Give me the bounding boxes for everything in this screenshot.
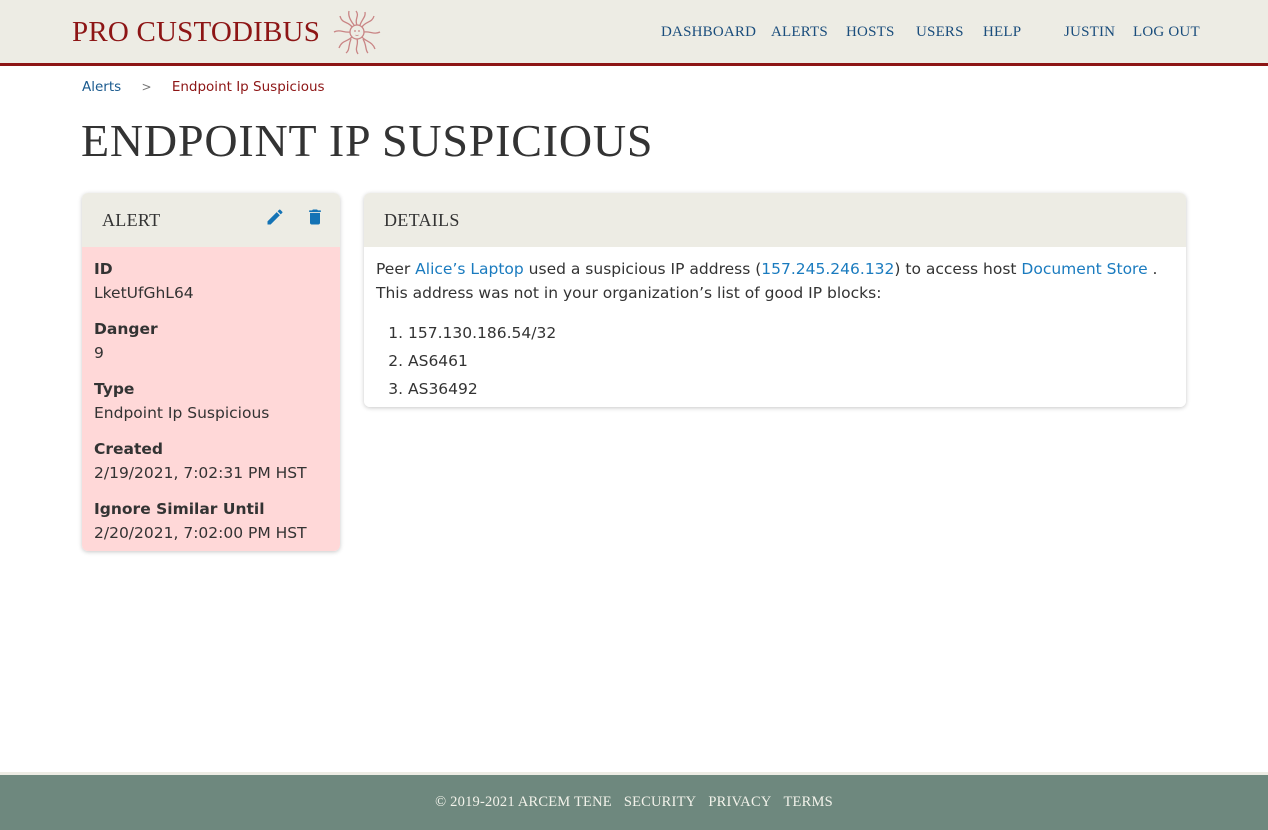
field-ignore-similar-until: Ignore Similar Until 2/20/2021, 7:02:00 …	[94, 497, 328, 545]
text: used a suspicious IP address (	[523, 260, 762, 278]
main-nav: DASHBOARD ALERTS HOSTS USERS HELP JUSTIN…	[0, 21, 1268, 45]
footer-privacy-link[interactable]: PRIVACY	[708, 794, 771, 811]
nav-alerts[interactable]: ALERTS	[771, 21, 828, 43]
good-ip-blocks-list: 157.130.186.54/32 AS6461 AS36492	[376, 319, 1174, 403]
field-label: Danger	[94, 320, 158, 338]
field-danger: Danger 9	[94, 317, 328, 365]
nav-user-profile[interactable]: JUSTIN	[1064, 21, 1115, 43]
peer-link[interactable]: Alice’s Laptop	[415, 260, 524, 278]
field-type: Type Endpoint Ip Suspicious	[94, 377, 328, 425]
footer-terms-link[interactable]: TERMS	[784, 794, 833, 811]
nav-hosts[interactable]: HOSTS	[846, 21, 895, 43]
list-item: AS36492	[408, 375, 1174, 403]
field-value: 2/20/2021, 7:02:00 PM HST	[94, 524, 307, 542]
ip-address-link[interactable]: 157.245.246.132	[761, 260, 894, 278]
alert-card: ALERT ID LketUfGhL64 Danger 9 Type Endpo…	[82, 193, 340, 551]
alert-card-header: ALERT	[82, 193, 340, 247]
details-description: Peer Alice’s Laptop used a suspicious IP…	[376, 257, 1174, 305]
field-value: LketUfGhL64	[94, 284, 194, 302]
list-item: 157.130.186.54/32	[408, 319, 1174, 347]
details-card-title: DETAILS	[384, 210, 460, 230]
breadcrumb-separator: >	[141, 80, 152, 94]
nav-help[interactable]: HELP	[983, 21, 1021, 43]
details-card: DETAILS Peer Alice’s Laptop used a suspi…	[364, 193, 1186, 407]
breadcrumb-alerts-link[interactable]: Alerts	[82, 79, 121, 95]
text: ) to access host	[894, 260, 1022, 278]
alert-card-title: ALERT	[102, 210, 161, 230]
page-title: ENDPOINT IP SUSPICIOUS	[81, 115, 654, 166]
edit-alert-button[interactable]	[263, 205, 287, 229]
details-card-body: Peer Alice’s Laptop used a suspicious IP…	[364, 247, 1186, 407]
delete-alert-button[interactable]	[303, 205, 327, 229]
alert-card-body: ID LketUfGhL64 Danger 9 Type Endpoint Ip…	[82, 247, 340, 551]
nav-users[interactable]: USERS	[916, 21, 964, 43]
footer: © 2019-2021 ARCEM TENE SECURITY PRIVACY …	[0, 772, 1268, 830]
field-label: ID	[94, 260, 113, 278]
breadcrumb-current: Endpoint Ip Suspicious	[171, 79, 325, 95]
nav-dashboard[interactable]: DASHBOARD	[661, 21, 756, 43]
top-header: PRO CUSTODIBUS DASHBOARD ALERTS HOSTS US…	[0, 0, 1268, 66]
host-link[interactable]: Document Store	[1021, 260, 1147, 278]
field-value: 2/19/2021, 7:02:31 PM HST	[94, 464, 307, 482]
field-label: Ignore Similar Until	[94, 500, 265, 518]
field-label: Created	[94, 440, 164, 458]
details-card-header: DETAILS	[364, 193, 1186, 247]
copyright: © 2019-2021 ARCEM TENE	[435, 794, 612, 810]
field-value: 9	[94, 344, 104, 362]
breadcrumb: Alerts > Endpoint Ip Suspicious	[82, 78, 325, 96]
text: Peer	[376, 260, 416, 278]
field-id: ID LketUfGhL64	[94, 257, 328, 305]
list-item: AS6461	[408, 347, 1174, 375]
trash-icon	[309, 209, 321, 225]
pencil-icon	[267, 209, 283, 225]
nav-logout[interactable]: LOG OUT	[1133, 21, 1200, 43]
field-value: Endpoint Ip Suspicious	[94, 404, 270, 422]
footer-security-link[interactable]: SECURITY	[624, 794, 697, 811]
field-created: Created 2/19/2021, 7:02:31 PM HST	[94, 437, 328, 485]
field-label: Type	[94, 380, 135, 398]
